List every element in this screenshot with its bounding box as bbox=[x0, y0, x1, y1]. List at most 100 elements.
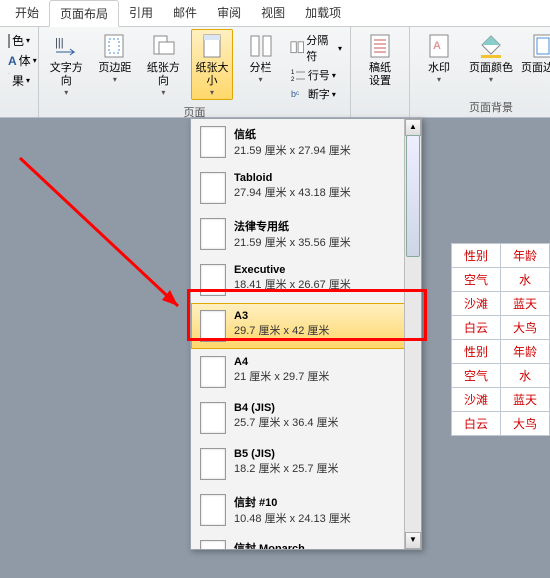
line-numbers-button[interactable]: 12行号▾ bbox=[288, 66, 344, 84]
svg-text:2: 2 bbox=[291, 77, 295, 83]
margins-button[interactable]: 页边距 bbox=[94, 29, 137, 87]
size-name: B5 (JIS) bbox=[234, 448, 339, 460]
columns-button[interactable]: 分栏 bbox=[239, 29, 282, 87]
margins-icon bbox=[101, 32, 129, 60]
hyphenation-button[interactable]: bᶜ断字▾ bbox=[288, 85, 344, 103]
size-dim: 27.94 厘米 x 43.18 厘米 bbox=[234, 184, 351, 200]
tab-review[interactable]: 审阅 bbox=[207, 0, 251, 26]
scroll-thumb[interactable] bbox=[406, 135, 420, 257]
theme-effects-button[interactable]: 果▾ bbox=[6, 71, 32, 90]
arrow-annotation bbox=[0, 118, 200, 338]
page-thumb-icon bbox=[200, 402, 226, 434]
size-name: Tabloid bbox=[234, 172, 351, 184]
size-name: 信纸 bbox=[234, 126, 351, 142]
size-name: A4 bbox=[234, 356, 329, 368]
size-dim: 25.7 厘米 x 36.4 厘米 bbox=[234, 414, 339, 430]
tab-mailings[interactable]: 邮件 bbox=[163, 0, 207, 26]
table-cell[interactable]: 水 bbox=[500, 268, 549, 292]
size-option-信封 #10[interactable]: 信封 #1010.48 厘米 x 24.13 厘米 bbox=[191, 487, 421, 533]
table-cell[interactable]: 性别 bbox=[451, 340, 500, 364]
svg-text:1: 1 bbox=[291, 70, 295, 76]
group-page-background: A 水印 页面颜色 页面边框 页面背景 bbox=[410, 27, 550, 117]
size-name: 法律专用纸 bbox=[234, 218, 351, 234]
page-thumb-icon bbox=[200, 264, 226, 296]
page-thumb-icon bbox=[200, 494, 226, 526]
size-name: A3 bbox=[234, 310, 329, 322]
page-thumb-icon bbox=[200, 356, 226, 388]
size-option-A3[interactable]: A329.7 厘米 x 42 厘米 bbox=[191, 303, 421, 349]
size-dim: 10.48 厘米 x 24.13 厘米 bbox=[234, 510, 351, 526]
page-color-icon bbox=[477, 32, 505, 60]
table-cell[interactable]: 水 bbox=[500, 364, 549, 388]
size-option-信纸[interactable]: 信纸21.59 厘米 x 27.94 厘米 bbox=[191, 119, 421, 165]
table-cell[interactable]: 性别 bbox=[451, 244, 500, 268]
table-cell[interactable]: 年龄 bbox=[500, 340, 549, 364]
text-direction-button[interactable]: ||| 文字方向 bbox=[45, 29, 88, 100]
group-page-setup: ||| 文字方向 页边距 纸张方向 纸张大小 分栏 分隔符▾ 12行号▾ bbox=[39, 27, 351, 117]
size-dim: 18.2 厘米 x 25.7 厘米 bbox=[234, 460, 339, 476]
table-cell[interactable]: 白云 bbox=[451, 412, 500, 436]
breaks-icon bbox=[290, 40, 304, 56]
scroll-down-icon[interactable]: ▼ bbox=[405, 532, 421, 549]
effects-icon bbox=[8, 73, 10, 89]
table-cell[interactable]: 蓝天 bbox=[500, 388, 549, 412]
page-thumb-icon bbox=[200, 126, 226, 158]
size-option-法律专用纸[interactable]: 法律专用纸21.59 厘米 x 35.56 厘米 bbox=[191, 211, 421, 257]
paper-size-button[interactable]: 纸张大小 bbox=[191, 29, 234, 100]
size-option-B4 (JIS)[interactable]: B4 (JIS)25.7 厘米 x 36.4 厘米 bbox=[191, 395, 421, 441]
table-cell[interactable]: 大鸟 bbox=[500, 412, 549, 436]
theme-colors-button[interactable]: 色▾ bbox=[6, 31, 32, 50]
page-thumb-icon bbox=[200, 448, 226, 480]
group-label-page-bg: 页面背景 bbox=[416, 98, 550, 117]
tab-page-layout[interactable]: 页面布局 bbox=[49, 0, 119, 27]
page-border-icon bbox=[529, 32, 550, 60]
table-cell[interactable]: 白云 bbox=[451, 316, 500, 340]
group-paper: 稿纸 设置 bbox=[351, 27, 410, 117]
size-name: Executive bbox=[234, 264, 351, 276]
page-thumb-icon bbox=[200, 218, 226, 250]
size-option-Executive[interactable]: Executive18.41 厘米 x 26.67 厘米 bbox=[191, 257, 421, 303]
size-option-A4[interactable]: A421 厘米 x 29.7 厘米 bbox=[191, 349, 421, 395]
scrollbar[interactable]: ▲ ▼ bbox=[404, 119, 421, 549]
ribbon-tabs: 开始 页面布局 引用 邮件 审阅 视图 加载项 bbox=[0, 0, 550, 27]
page-border-button[interactable]: 页面边框 bbox=[520, 29, 550, 78]
scroll-up-icon[interactable]: ▲ bbox=[405, 119, 421, 136]
paper-settings-button[interactable]: 稿纸 设置 bbox=[357, 29, 403, 91]
breaks-button[interactable]: 分隔符▾ bbox=[288, 31, 344, 65]
ribbon: 色▾ A体▾ 果▾ ||| 文字方向 页边距 纸张方向 纸张大小 bbox=[0, 27, 550, 118]
table-cell[interactable]: 沙滩 bbox=[451, 388, 500, 412]
size-option-Tabloid[interactable]: Tabloid27.94 厘米 x 43.18 厘米 bbox=[191, 165, 421, 211]
tab-references[interactable]: 引用 bbox=[119, 0, 163, 26]
watermark-button[interactable]: A 水印 bbox=[416, 29, 462, 87]
columns-icon bbox=[247, 32, 275, 60]
table-cell[interactable]: 空气 bbox=[451, 364, 500, 388]
sample-table: 性别年龄空气水沙滩蓝天白云大鸟性别年龄空气水沙滩蓝天白云大鸟 bbox=[451, 243, 550, 436]
theme-fonts-button[interactable]: A体▾ bbox=[6, 51, 32, 70]
orientation-button[interactable]: 纸张方向 bbox=[142, 29, 185, 100]
table-cell[interactable]: 大鸟 bbox=[500, 316, 549, 340]
table-cell[interactable]: 年龄 bbox=[500, 244, 549, 268]
tab-home[interactable]: 开始 bbox=[5, 0, 49, 26]
table-cell[interactable]: 蓝天 bbox=[500, 292, 549, 316]
size-dim: 18.41 厘米 x 26.67 厘米 bbox=[234, 276, 351, 292]
table-cell[interactable]: 沙滩 bbox=[451, 292, 500, 316]
page-thumb-icon bbox=[200, 540, 226, 549]
size-dim: 21.59 厘米 x 35.56 厘米 bbox=[234, 234, 351, 250]
hyphenation-icon: bᶜ bbox=[290, 86, 306, 102]
text-direction-icon: ||| bbox=[52, 32, 80, 60]
size-name: 信封 #10 bbox=[234, 494, 351, 510]
line-numbers-icon: 12 bbox=[290, 67, 306, 83]
page-color-button[interactable]: 页面颜色 bbox=[468, 29, 514, 87]
size-option-信封 Monarch[interactable]: 信封 Monarch9.84 厘米 x 19.05 厘米 bbox=[191, 533, 421, 549]
size-option-B5 (JIS)[interactable]: B5 (JIS)18.2 厘米 x 25.7 厘米 bbox=[191, 441, 421, 487]
page-thumb-icon bbox=[200, 310, 226, 342]
paper-size-icon bbox=[198, 32, 226, 60]
size-dim: 21 厘米 x 29.7 厘米 bbox=[234, 368, 329, 384]
tab-view[interactable]: 视图 bbox=[251, 0, 295, 26]
page-thumb-icon bbox=[200, 172, 226, 204]
orientation-icon bbox=[149, 32, 177, 60]
group-themes: 色▾ A体▾ 果▾ bbox=[0, 27, 39, 117]
tab-addins[interactable]: 加载项 bbox=[295, 0, 351, 26]
paper-settings-icon bbox=[366, 32, 394, 60]
table-cell[interactable]: 空气 bbox=[451, 268, 500, 292]
